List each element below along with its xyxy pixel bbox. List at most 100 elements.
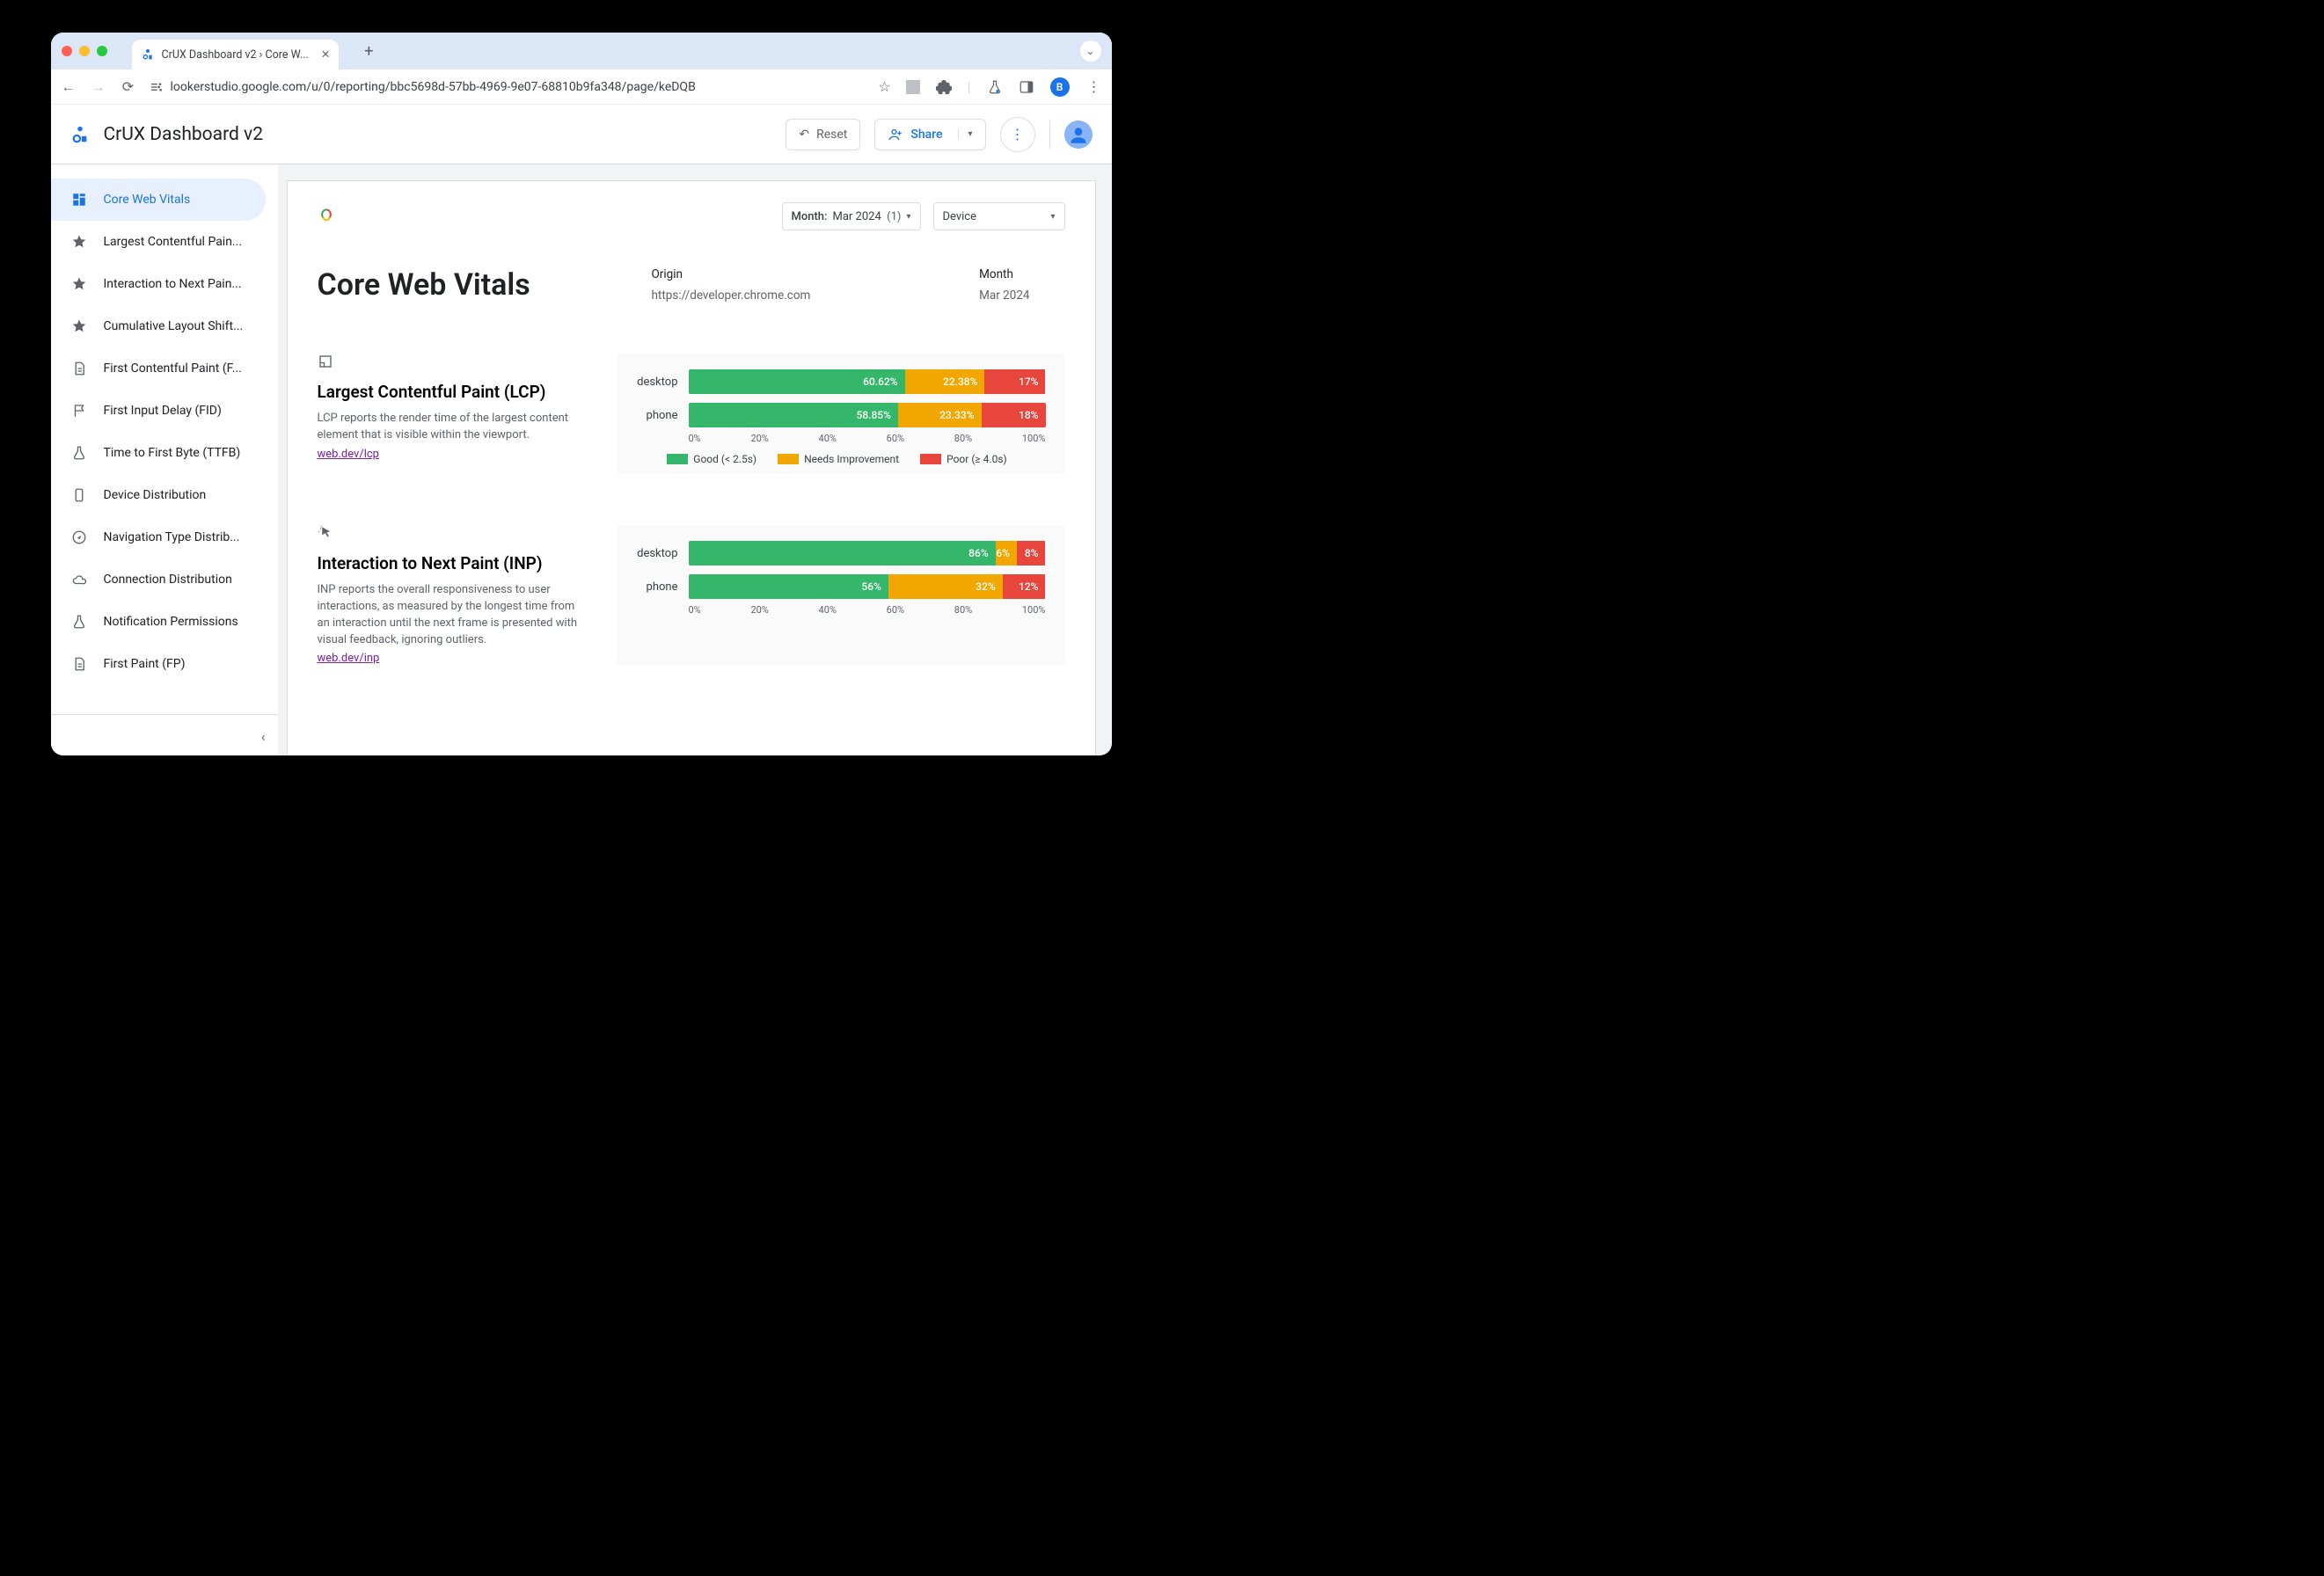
report-logo-icon xyxy=(318,208,335,225)
chart-axis: 0%20%40%60%80%100% xyxy=(689,604,1046,616)
chevron-down-icon: ▾ xyxy=(906,212,910,222)
device-filter-label: Device xyxy=(943,210,977,223)
metric-link[interactable]: web.dev/lcp xyxy=(318,448,379,461)
origin-label: Origin xyxy=(652,267,811,281)
collapse-sidebar-button[interactable]: ‹ xyxy=(261,728,266,745)
bar-segment: 56% xyxy=(689,574,888,599)
app-header: CrUX Dashboard v2 ↶ Reset Share ▾ ⋮ xyxy=(51,105,1112,164)
tab-title: CrUX Dashboard v2 › Core W... xyxy=(162,48,309,62)
month-value: Mar 2024 xyxy=(979,288,1029,303)
account-avatar[interactable] xyxy=(1064,120,1093,149)
sidebar-item-2[interactable]: Interaction to Next Pain... xyxy=(51,263,278,305)
extension-1-icon[interactable] xyxy=(906,80,920,94)
chevron-down-icon: ▾ xyxy=(1050,212,1055,222)
sidebar-item-9[interactable]: Connection Distribution xyxy=(51,558,278,601)
reload-icon[interactable]: ⟳ xyxy=(120,78,137,95)
row-label: phone xyxy=(629,409,678,422)
chart-legend: Good (< 2.5s)Needs ImprovementPoor (≥ 4.… xyxy=(629,453,1046,465)
chart: desktop 86%6%8% phone56%32%12% 0%20%40%60%8… xyxy=(617,525,1065,665)
metric-desc: LCP reports the render time of the large… xyxy=(318,411,590,444)
app-title: CrUX Dashboard v2 xyxy=(104,124,264,145)
reset-button[interactable]: ↶ Reset xyxy=(786,119,860,150)
metric-title: Interaction to Next Paint (INP) xyxy=(318,553,590,573)
forward-icon[interactable]: → xyxy=(90,78,107,96)
bar-segment: 22.38% xyxy=(905,369,985,394)
row-label: desktop xyxy=(629,547,678,560)
looker-studio-icon xyxy=(141,47,155,62)
sidebar-item-10[interactable]: Notification Permissions xyxy=(51,601,278,643)
chart: desktop60.62%22.38%17%phone58.85%23.33%1… xyxy=(617,354,1065,474)
labs-icon[interactable] xyxy=(987,79,1003,95)
sidebar-item-0[interactable]: Core Web Vitals xyxy=(51,179,266,221)
sidebar-item-3[interactable]: Cumulative Layout Shift... xyxy=(51,305,278,347)
profile-avatar-icon[interactable]: B xyxy=(1050,77,1070,97)
flask-icon xyxy=(70,445,88,461)
browser-menu-icon[interactable]: ⋮ xyxy=(1085,78,1103,95)
flag-icon xyxy=(70,403,88,419)
chart-axis: 0%20%40%60%80%100% xyxy=(689,433,1046,444)
flask-icon xyxy=(70,614,88,630)
fullscreen-icon xyxy=(318,354,590,369)
side-panel-icon[interactable] xyxy=(1019,79,1034,95)
metric-0: Largest Contentful Paint (LCP)LCP report… xyxy=(318,354,1065,474)
bar-segment: 12% xyxy=(1003,574,1046,599)
sidebar-item-4[interactable]: First Contentful Paint (F... xyxy=(51,347,278,390)
sidebar-item-label: First Paint (FP) xyxy=(104,657,186,671)
undo-icon: ↶ xyxy=(799,128,809,142)
metric-link[interactable]: web.dev/inp xyxy=(318,652,380,665)
chart-row: phone56%32%12% xyxy=(629,574,1046,599)
star-icon xyxy=(70,234,88,250)
titlebar: CrUX Dashboard v2 › Core W... ✕ + ⌄ xyxy=(51,33,1112,69)
share-dropdown-icon[interactable]: ▾ xyxy=(958,129,972,139)
month-filter[interactable]: Month: Mar 2024 (1) ▾ xyxy=(782,202,921,230)
tabs-menu-icon[interactable]: ⌄ xyxy=(1080,40,1101,62)
sidebar-item-8[interactable]: Navigation Type Distrib... xyxy=(51,516,278,558)
sidebar-item-label: Notification Permissions xyxy=(104,615,238,629)
bar-segment: 6% xyxy=(996,541,1017,565)
phone-icon xyxy=(70,487,88,503)
kebab-icon: ⋮ xyxy=(1011,126,1025,142)
more-options-button[interactable]: ⋮ xyxy=(1000,117,1035,152)
doc-icon xyxy=(70,361,88,376)
bar-segment: 23.33% xyxy=(898,403,982,427)
person-add-icon xyxy=(888,127,903,142)
bar-segment: 86% xyxy=(689,541,996,565)
extensions-icon[interactable] xyxy=(936,79,952,95)
sidebar-item-label: Cumulative Layout Shift... xyxy=(104,319,244,333)
sidebar: Core Web Vitals Largest Contentful Pain..… xyxy=(51,164,278,755)
star-icon xyxy=(70,276,88,292)
sidebar-item-label: Device Distribution xyxy=(104,488,207,502)
sidebar-item-label: First Contentful Paint (F... xyxy=(104,361,242,376)
url-field[interactable]: lookerstudio.google.com/u/0/reporting/bb… xyxy=(150,80,864,94)
sidebar-item-6[interactable]: Time to First Byte (TTFB) xyxy=(51,432,278,474)
sidebar-item-7[interactable]: Device Distribution xyxy=(51,474,278,516)
star-icon[interactable]: ☆ xyxy=(876,78,894,95)
close-tab-icon[interactable]: ✕ xyxy=(321,47,330,62)
sidebar-item-label: Interaction to Next Pain... xyxy=(104,277,242,291)
metric-desc: INP reports the overall responsiveness t… xyxy=(318,582,590,648)
cloud-icon xyxy=(70,572,88,587)
share-button[interactable]: Share ▾ xyxy=(874,119,985,150)
device-filter[interactable]: Device ▾ xyxy=(933,202,1065,230)
report-canvas: Month: Mar 2024 (1) ▾ Device ▾ Core Web … xyxy=(278,164,1112,755)
month-filter-count: (1) xyxy=(887,210,901,223)
sidebar-item-11[interactable]: First Paint (FP) xyxy=(51,643,278,685)
new-tab-button[interactable]: + xyxy=(356,39,381,63)
bar-segment: 32% xyxy=(888,574,1003,599)
share-label: Share xyxy=(910,128,942,142)
star-icon xyxy=(70,318,88,334)
stacked-bar: 86%6%8% xyxy=(689,541,1046,565)
back-icon[interactable]: ← xyxy=(60,78,77,96)
sidebar-item-5[interactable]: First Input Delay (FID) xyxy=(51,390,278,432)
month-filter-value: Mar 2024 xyxy=(832,210,881,223)
minimise-window-icon[interactable] xyxy=(79,46,90,56)
sidebar-item-label: Largest Contentful Pain... xyxy=(104,235,243,249)
stacked-bar: 56%32%12% xyxy=(689,574,1046,599)
zoom-window-icon[interactable] xyxy=(97,46,107,56)
browser-tab[interactable]: CrUX Dashboard v2 › Core W... ✕ xyxy=(132,40,340,69)
sidebar-item-1[interactable]: Largest Contentful Pain... xyxy=(51,221,278,263)
bar-segment: 60.62% xyxy=(689,369,905,394)
close-window-icon[interactable] xyxy=(62,46,72,56)
sidebar-item-label: First Input Delay (FID) xyxy=(104,404,222,418)
metric-1: Interaction to Next Paint (INP) INP repor… xyxy=(318,525,1065,665)
